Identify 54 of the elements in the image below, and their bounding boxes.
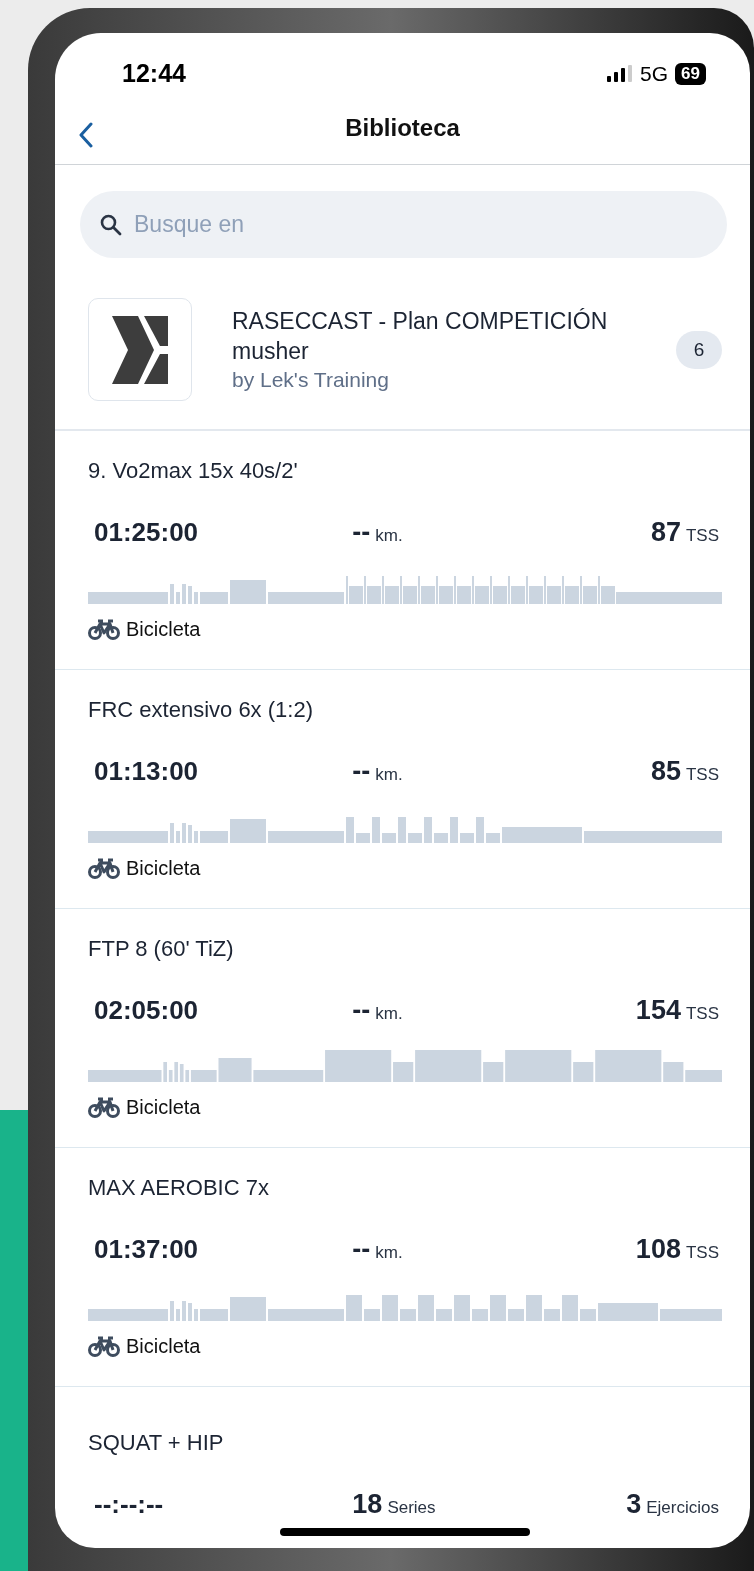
stat-unit: km. (375, 1243, 403, 1262)
sport-label: Bicicleta (126, 1096, 201, 1119)
stat-unit: TSS (685, 765, 719, 784)
workout-title: FTP 8 (60' TiZ) (88, 935, 235, 963)
stat-value: 154 (635, 995, 681, 1025)
stat-unit: km. (375, 1004, 403, 1023)
stat-value: 3 (626, 1489, 642, 1519)
workout-item[interactable]: FTP 8 (60' TiZ) 02:05:00 -- km. 154 TSS Bicicleta (55, 909, 750, 1148)
workout-item[interactable]: MAX AEROBIC 7x 01:37:00 -- km. 108 TSS Bicicleta (55, 1148, 750, 1387)
stat-value: -- (352, 756, 371, 786)
stat-value: -- (352, 1234, 371, 1264)
bicycle-icon (88, 858, 120, 879)
workout-title: 9. Vo2max 15x 40s/2' (88, 457, 299, 485)
status-time: 12:44 (122, 59, 186, 88)
sport-label: Bicicleta (126, 857, 201, 880)
stat-unit: Series (387, 1498, 436, 1517)
sport-label: Bicicleta (126, 618, 201, 641)
plan-title: RASECCAST - Plan COMPETICIÓN musher (232, 306, 609, 366)
workout-duration: 01:25:00 (94, 517, 200, 548)
bicycle-icon (88, 1097, 120, 1118)
sport-label: Bicicleta (126, 1335, 201, 1358)
stat-unit: TSS (685, 1243, 719, 1262)
workout-item[interactable]: FRC extensivo 6x (1:2) 01:13:00 -- km. 85 TSS Bicicleta (55, 670, 750, 909)
stat-unit: TSS (685, 1004, 719, 1023)
stat-value: -- (352, 995, 371, 1025)
workout-title: MAX AEROBIC 7x (88, 1174, 270, 1202)
stat-value: -- (352, 517, 371, 547)
bicycle-icon (88, 1336, 120, 1357)
chevron-logo-icon (112, 315, 168, 384)
battery-indicator: 69 (675, 62, 706, 85)
back-icon (79, 122, 93, 148)
stat-value: 18 (352, 1489, 383, 1519)
workout-duration: 02:05:00 (94, 995, 200, 1026)
workout-title: SQUAT + HIP (88, 1429, 225, 1457)
workout-item[interactable]: 9. Vo2max 15x 40s/2' 01:25:00 -- km. 87 TSS Bicicleta (55, 431, 750, 670)
stat-unit: Ejercicios (646, 1498, 719, 1517)
workout-item[interactable]: SQUAT + HIP --:--:-- 18 Series 3 Ejercicios (55, 1387, 750, 1548)
plan-author: by Lek's Training (232, 366, 390, 393)
signal-icon (607, 64, 634, 83)
bicycle-icon (88, 619, 120, 640)
count-badge: 6 (676, 330, 722, 369)
stat-unit: TSS (685, 526, 719, 545)
search-field[interactable]: Busque en (80, 191, 727, 258)
stat-value: 87 (650, 517, 681, 547)
stat-unit: km. (375, 765, 403, 784)
workout-title: FRC extensivo 6x (1:2) (88, 696, 314, 724)
workout-duration: 01:13:00 (94, 756, 200, 787)
stat-value: 108 (635, 1234, 681, 1264)
workout-duration: 01:37:00 (94, 1234, 200, 1265)
page-title: Biblioteca (345, 114, 460, 142)
network-label: 5G (640, 61, 669, 86)
stat-value: 85 (650, 756, 681, 786)
stat-unit: km. (375, 526, 403, 545)
workout-duration: --:--:-- (94, 1489, 165, 1520)
